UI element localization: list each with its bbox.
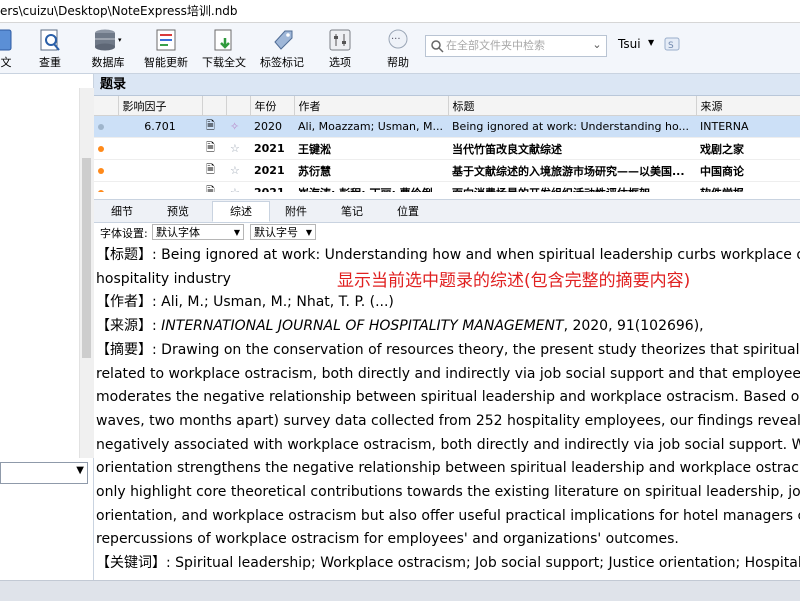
column-impact-factor[interactable]: 影响因子 xyxy=(118,96,203,116)
tab-preview[interactable]: 预览 xyxy=(158,202,198,221)
tab-details[interactable]: 细节 xyxy=(102,202,142,221)
summary-abstract-line: only highlight core theoretical contribu… xyxy=(96,484,800,501)
chevron-down-icon[interactable]: ⌄ xyxy=(588,35,606,57)
tab-attachments[interactable]: 附件 xyxy=(276,202,316,221)
toolbar-button-download-fulltext[interactable]: 下载全文 xyxy=(200,25,248,71)
summary-abstract-line: orientation strengthens the negative rel… xyxy=(96,460,800,477)
summary-abstract-line: repercussions of workplace ostracism for… xyxy=(96,531,679,548)
table-row[interactable]: 🗎 ☆ 2021 苏衍慧 基于文献综述的入境旅游市场研究——以美国... 中国商… xyxy=(94,159,800,182)
detail-tabs: 细节 预览 综述 附件 笔记 位置 xyxy=(94,199,800,223)
chevron-down-icon: ▼ xyxy=(305,228,312,237)
attachment-icon: 🗎 xyxy=(202,115,226,138)
summary-abstract-line: moderates the negative relationship betw… xyxy=(96,389,800,406)
unread-status-dot xyxy=(98,190,104,192)
download-fulltext-icon xyxy=(214,29,232,51)
toolbar-button-fulltext[interactable]: 文 xyxy=(0,25,18,71)
unread-status-dot xyxy=(98,168,104,174)
summary-keywords-line: 【关键词】: Spiritual leadership; Workplace o… xyxy=(96,555,800,572)
chevron-down-icon: ▼ xyxy=(76,465,84,476)
column-attachment[interactable] xyxy=(202,96,227,116)
references-table[interactable]: 影响因子 年份 作者 标题 来源 6.701 🗎 ✧ 2020 Ali, Moa… xyxy=(94,96,800,192)
summary-author-line: 【作者】: Ali, M.; Usman, M.; Nhat, T. P. (.… xyxy=(96,294,394,311)
column-title[interactable]: 标题 xyxy=(448,96,697,116)
toolbar-button-options[interactable]: 选项 xyxy=(324,25,356,71)
tab-notes[interactable]: 笔记 xyxy=(332,202,372,221)
star-icon[interactable]: ☆ xyxy=(226,181,250,192)
column-author[interactable]: 作者 xyxy=(294,96,449,116)
search-input[interactable]: 在全部文件夹中检索 xyxy=(425,35,607,57)
star-icon[interactable]: ☆ xyxy=(226,137,250,160)
summary-abstract-line: 【摘要】: Drawing on the conservation of res… xyxy=(96,341,800,358)
help-icon: ··· xyxy=(388,29,408,49)
font-size-select[interactable]: 默认字号 ▼ xyxy=(250,224,316,240)
toolbar-button-help[interactable]: ··· 帮助 xyxy=(382,25,414,71)
window-title: ers\cuizu\Desktop\NoteExpress培训.ndb xyxy=(0,0,800,23)
column-source[interactable]: 来源 xyxy=(696,96,800,116)
summary-abstract-line: related to workplace ostracism, both dir… xyxy=(96,365,800,382)
summary-abstract-line: waves, two months apart) survey data col… xyxy=(96,412,800,429)
references-header: 题录 xyxy=(94,74,800,96)
font-family-select[interactable]: 默认字体 ▼ xyxy=(152,224,244,240)
sync-icon[interactable]: S xyxy=(662,34,682,57)
table-row[interactable]: 🗎 ☆ 2021 王键淞 当代竹笛改良文献综述 戏剧之家 xyxy=(94,137,800,160)
svg-text:S: S xyxy=(668,41,674,51)
database-icon: ▾ xyxy=(95,29,122,51)
user-menu[interactable]: Tsui xyxy=(618,37,641,51)
attachment-icon: 🗎 xyxy=(202,159,226,182)
toolbar-button-find-duplicates[interactable]: 查重 xyxy=(32,25,68,71)
star-icon[interactable]: ✧ xyxy=(226,115,250,138)
table-row[interactable]: 🗎 ☆ 2021 崔海涛; 彭程; 丁丽; 曹伶俐 面向消费场景的开发组织活动性… xyxy=(94,181,800,192)
attachment-icon: 🗎 xyxy=(202,181,226,192)
svg-text:···: ··· xyxy=(391,34,401,45)
font-settings-bar: 字体设置: 默认字体 ▼ 默认字号 ▼ xyxy=(94,222,800,244)
svg-text:▾: ▾ xyxy=(118,36,122,44)
toolbar-button-database[interactable]: ▾ 数据库 xyxy=(88,25,128,71)
folder-filter-combo[interactable]: ▼ xyxy=(0,462,88,484)
summary-abstract-line: orientation, and workplace ostracism but… xyxy=(96,507,800,524)
column-status[interactable] xyxy=(94,96,119,116)
chevron-down-icon: ▼ xyxy=(233,228,240,237)
font-settings-label: 字体设置: xyxy=(100,227,148,240)
smart-update-icon xyxy=(156,29,176,51)
status-bar xyxy=(0,580,800,601)
unread-status-dot xyxy=(98,146,104,152)
summary-content[interactable]: 【标题】: Being ignored at work: Understandi… xyxy=(96,244,800,576)
annotation-callout: 显示当前选中题录的综述(包含完整的摘要内容) xyxy=(337,271,691,291)
tag-icon xyxy=(274,30,293,50)
folder-tree-scrollbar[interactable] xyxy=(79,88,94,458)
document-icon xyxy=(0,29,12,51)
column-star[interactable] xyxy=(226,96,251,116)
user-menu-arrow-icon[interactable]: ▼ xyxy=(648,38,654,47)
search-icon xyxy=(431,40,444,53)
star-icon[interactable]: ☆ xyxy=(226,159,250,182)
toolbar-button-smart-update[interactable]: 智能更新 xyxy=(142,25,190,71)
column-year[interactable]: 年份 xyxy=(250,96,295,116)
read-status-dot xyxy=(98,124,104,130)
options-icon xyxy=(329,29,351,51)
tab-location[interactable]: 位置 xyxy=(388,202,428,221)
toolbar-button-tag[interactable]: 标签标记 xyxy=(258,25,306,71)
summary-abstract-line: negatively associated with workplace ost… xyxy=(96,436,800,453)
find-duplicates-icon xyxy=(40,29,60,51)
attachment-icon: 🗎 xyxy=(202,137,226,160)
summary-title-line: 【标题】: Being ignored at work: Understandi… xyxy=(96,247,800,263)
tab-summary[interactable]: 综述 xyxy=(212,201,270,222)
summary-source-line: 【来源】: INTERNATIONAL JOURNAL OF HOSPITALI… xyxy=(96,318,704,335)
table-row[interactable]: 6.701 🗎 ✧ 2020 Ali, Moazzam; Usman, M...… xyxy=(94,115,800,138)
